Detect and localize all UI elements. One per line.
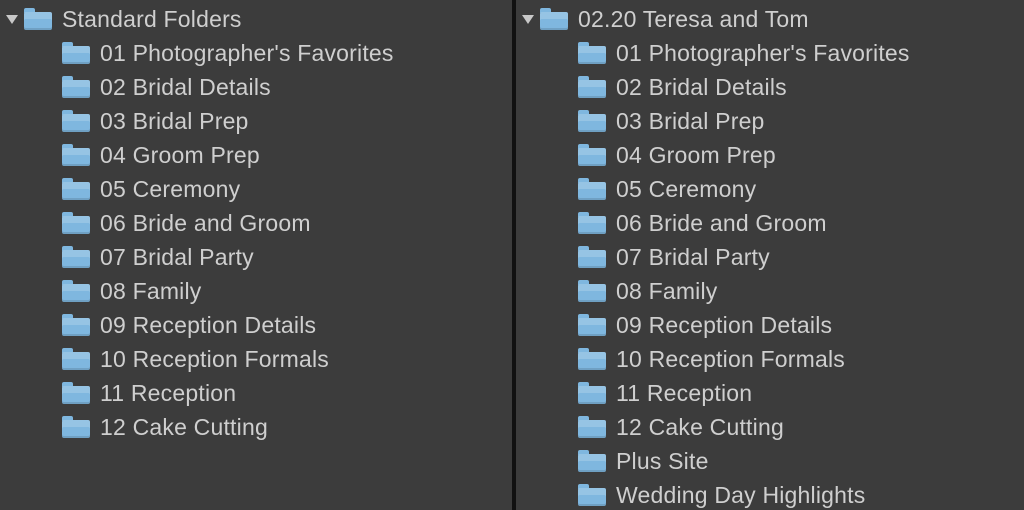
folder-row[interactable]: 04 Groom Prep [0, 138, 512, 172]
folder-icon [578, 314, 606, 336]
folder-row[interactable]: 10 Reception Formals [516, 342, 1024, 376]
folder-label: Wedding Day Highlights [616, 478, 865, 510]
folder-header-label: Standard Folders [62, 2, 242, 36]
folder-icon [62, 144, 90, 166]
folder-label: 04 Groom Prep [616, 138, 776, 172]
folder-icon [62, 382, 90, 404]
folder-icon [24, 8, 52, 30]
folder-icon [62, 42, 90, 64]
folder-icon [62, 76, 90, 98]
folder-icon [578, 348, 606, 370]
folder-tree: Standard Folders 01 Photographer's Favor… [0, 0, 512, 444]
folder-label: 01 Photographer's Favorites [616, 36, 910, 70]
folder-label: 05 Ceremony [616, 172, 756, 206]
folder-row[interactable]: 08 Family [0, 274, 512, 308]
folder-row[interactable]: 02 Bridal Details [0, 70, 512, 104]
folder-row[interactable]: 11 Reception [516, 376, 1024, 410]
folder-row[interactable]: 07 Bridal Party [516, 240, 1024, 274]
folder-label: 01 Photographer's Favorites [100, 36, 394, 70]
folder-icon [578, 144, 606, 166]
folder-tree: 02.20 Teresa and Tom 01 Photographer's F… [516, 0, 1024, 510]
folder-icon [578, 246, 606, 268]
folder-label: 04 Groom Prep [100, 138, 260, 172]
folder-row[interactable]: 06 Bride and Groom [516, 206, 1024, 240]
folder-row[interactable]: 07 Bridal Party [0, 240, 512, 274]
split-view: Standard Folders 01 Photographer's Favor… [0, 0, 1024, 510]
folder-icon [578, 416, 606, 438]
folder-row[interactable]: 03 Bridal Prep [0, 104, 512, 138]
folder-row[interactable]: 12 Cake Cutting [516, 410, 1024, 444]
folder-icon [62, 348, 90, 370]
folder-icon [62, 246, 90, 268]
folder-icon [540, 8, 568, 30]
folder-icon [578, 110, 606, 132]
folder-row[interactable]: 09 Reception Details [516, 308, 1024, 342]
folder-row[interactable]: 10 Reception Formals [0, 342, 512, 376]
folder-panel-left: Standard Folders 01 Photographer's Favor… [0, 0, 512, 510]
folder-row[interactable]: 04 Groom Prep [516, 138, 1024, 172]
folder-icon [62, 110, 90, 132]
folder-row[interactable]: 03 Bridal Prep [516, 104, 1024, 138]
folder-label: 05 Ceremony [100, 172, 240, 206]
folder-row[interactable]: 06 Bride and Groom [0, 206, 512, 240]
folder-icon [578, 178, 606, 200]
folder-icon [578, 212, 606, 234]
folder-label: 03 Bridal Prep [100, 104, 249, 138]
folder-label: 12 Cake Cutting [616, 410, 784, 444]
folder-panel-right: 02.20 Teresa and Tom 01 Photographer's F… [512, 0, 1024, 510]
folder-row[interactable]: 12 Cake Cutting [0, 410, 512, 444]
disclosure-triangle-icon[interactable] [522, 15, 534, 24]
folder-label: 06 Bride and Groom [100, 206, 311, 240]
folder-row[interactable]: 01 Photographer's Favorites [0, 36, 512, 70]
folder-row[interactable]: 01 Photographer's Favorites [516, 36, 1024, 70]
folder-row[interactable]: 02 Bridal Details [516, 70, 1024, 104]
folder-label: 09 Reception Details [100, 308, 316, 342]
folder-label: 07 Bridal Party [100, 240, 254, 274]
folder-header-label: 02.20 Teresa and Tom [578, 2, 809, 36]
folder-icon [578, 450, 606, 472]
folder-header-row[interactable]: 02.20 Teresa and Tom [516, 2, 1024, 36]
folder-label: 03 Bridal Prep [616, 104, 765, 138]
folder-label: 11 Reception [100, 376, 236, 410]
folder-icon [578, 76, 606, 98]
folder-row[interactable]: 05 Ceremony [0, 172, 512, 206]
folder-icon [62, 416, 90, 438]
folder-icon [578, 280, 606, 302]
folder-label: Plus Site [616, 444, 709, 478]
folder-label: 08 Family [100, 274, 202, 308]
folder-icon [62, 280, 90, 302]
folder-label: 02 Bridal Details [616, 70, 787, 104]
folder-row[interactable]: 08 Family [516, 274, 1024, 308]
folder-label: 07 Bridal Party [616, 240, 770, 274]
folder-label: 12 Cake Cutting [100, 410, 268, 444]
folder-row[interactable]: Plus Site [516, 444, 1024, 478]
folder-label: 08 Family [616, 274, 718, 308]
folder-label: 11 Reception [616, 376, 752, 410]
folder-header-row[interactable]: Standard Folders [0, 2, 512, 36]
folder-label: 10 Reception Formals [616, 342, 845, 376]
folder-icon [578, 42, 606, 64]
folder-icon [578, 484, 606, 506]
disclosure-triangle-icon[interactable] [6, 15, 18, 24]
folder-label: 06 Bride and Groom [616, 206, 827, 240]
folder-icon [62, 314, 90, 336]
folder-row[interactable]: 05 Ceremony [516, 172, 1024, 206]
folder-icon [62, 212, 90, 234]
folder-label: 02 Bridal Details [100, 70, 271, 104]
folder-label: 09 Reception Details [616, 308, 832, 342]
folder-row[interactable]: 09 Reception Details [0, 308, 512, 342]
folder-label: 10 Reception Formals [100, 342, 329, 376]
folder-icon [578, 382, 606, 404]
folder-icon [62, 178, 90, 200]
folder-row[interactable]: 11 Reception [0, 376, 512, 410]
folder-row[interactable]: Wedding Day Highlights [516, 478, 1024, 510]
